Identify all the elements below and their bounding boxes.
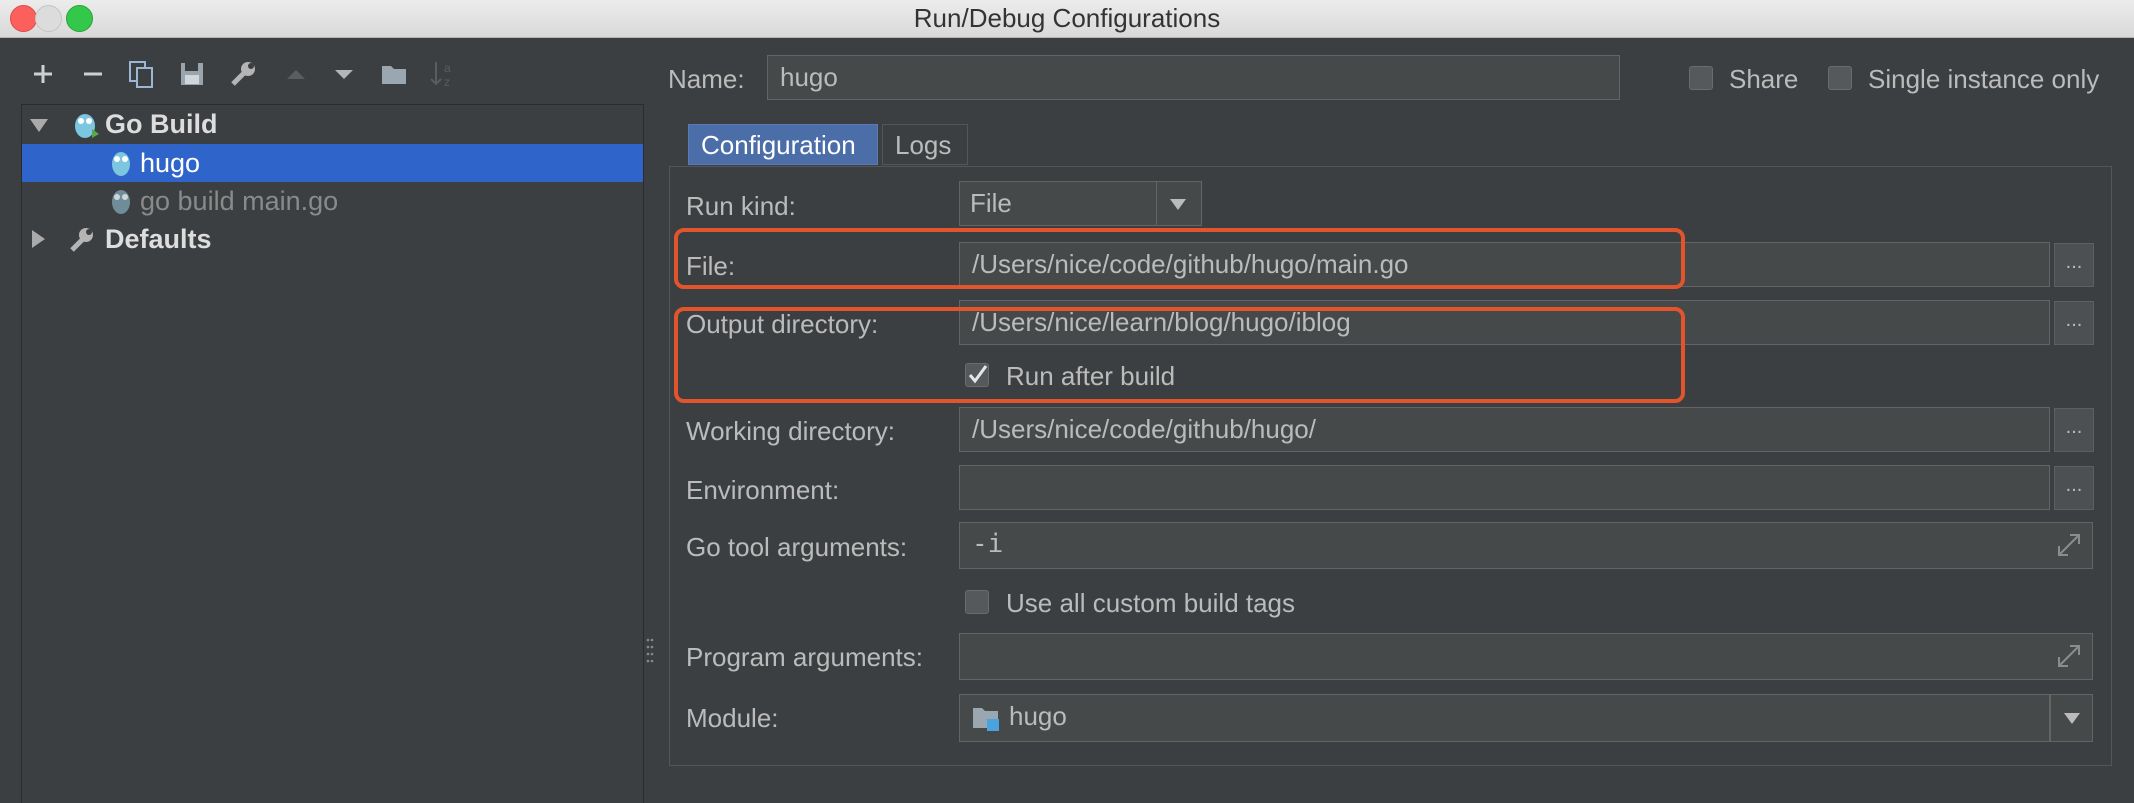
move-up-icon[interactable] (279, 57, 313, 91)
expand-icon[interactable] (2056, 532, 2082, 558)
run-kind-label: Run kind: (686, 191, 796, 221)
svg-text:z: z (444, 75, 450, 89)
title-bar: Run/Debug Configurations (0, 0, 2134, 38)
expand-icon[interactable] (2056, 643, 2082, 669)
gopher-icon (112, 190, 130, 214)
splitter-handle[interactable] (646, 636, 654, 670)
tree-node-go-build-main[interactable]: go build main.go (22, 182, 643, 220)
window-title: Run/Debug Configurations (913, 3, 1221, 33)
environment-browse-button[interactable]: ... (2054, 466, 2094, 510)
copy-icon[interactable] (124, 57, 158, 91)
working-dir-input[interactable]: /Users/nice/code/github/hugo/ (959, 407, 2050, 452)
environment-input[interactable] (959, 465, 2050, 510)
module-select[interactable]: hugo (959, 694, 2050, 742)
file-browse-button[interactable]: ... (2054, 243, 2094, 287)
chevron-down-icon (1170, 199, 1186, 210)
program-args-label: Program arguments: (686, 642, 923, 672)
gopher-icon (75, 114, 99, 138)
configuration-tree[interactable]: Go Build hugo go build main.go Defaults (21, 104, 644, 803)
name-input[interactable]: hugo (767, 55, 1620, 100)
wrench-icon[interactable] (226, 57, 260, 91)
run-kind-value: File (970, 188, 1012, 218)
tree-label-defaults: Defaults (105, 224, 212, 254)
program-args-input[interactable] (959, 633, 2093, 680)
tree-label-hugo: hugo (140, 148, 201, 178)
module-value: hugo (1009, 701, 1067, 731)
annotation-highlight-file (674, 228, 1685, 289)
move-down-icon[interactable] (327, 57, 361, 91)
module-folder-icon (973, 708, 999, 731)
single-instance-checkbox[interactable] (1828, 66, 1852, 90)
tree-node-hugo[interactable]: hugo (22, 144, 643, 182)
environment-label: Environment: (686, 475, 840, 505)
save-icon[interactable] (175, 57, 209, 91)
working-dir-label: Working directory: (686, 416, 896, 446)
output-dir-browse-button[interactable]: ... (2054, 301, 2094, 345)
go-tool-args-label: Go tool arguments: (686, 532, 908, 562)
expand-arrow-icon[interactable] (30, 119, 48, 132)
go-tool-args-value: -i (972, 529, 1004, 559)
sort-icon[interactable]: az (427, 57, 461, 91)
custom-tags-checkbox[interactable] (965, 590, 989, 614)
tab-configuration[interactable]: Configuration (688, 124, 878, 165)
run-kind-dropdown-button[interactable] (1157, 181, 1202, 226)
tree-label-go-build-main: go build main.go (140, 186, 339, 216)
tree-node-defaults[interactable]: Defaults (22, 220, 643, 258)
name-label: Name: (668, 64, 745, 94)
svg-text:a: a (444, 61, 451, 75)
share-label: Share (1729, 64, 1799, 94)
wrench-icon (70, 228, 93, 252)
custom-tags-label: Use all custom build tags (1006, 588, 1296, 618)
expand-arrow-icon[interactable] (32, 230, 45, 248)
annotation-highlight-output (674, 307, 1685, 403)
add-icon[interactable] (26, 57, 60, 91)
single-instance-label: Single instance only (1868, 64, 2100, 94)
module-dropdown-button[interactable] (2050, 694, 2093, 742)
run-kind-select[interactable]: File (959, 181, 1157, 226)
tree-label-go-build: Go Build (105, 109, 218, 139)
remove-icon[interactable] (76, 57, 110, 91)
share-checkbox[interactable] (1689, 66, 1713, 90)
tree-node-go-build[interactable]: Go Build (22, 105, 643, 143)
go-tool-args-input[interactable]: -i (959, 522, 2093, 569)
chevron-down-icon (2064, 713, 2080, 724)
working-dir-browse-button[interactable]: ... (2054, 408, 2094, 452)
module-label: Module: (686, 703, 779, 733)
folder-icon[interactable] (377, 57, 411, 91)
gopher-icon (112, 152, 130, 176)
tab-logs[interactable]: Logs (882, 124, 968, 165)
